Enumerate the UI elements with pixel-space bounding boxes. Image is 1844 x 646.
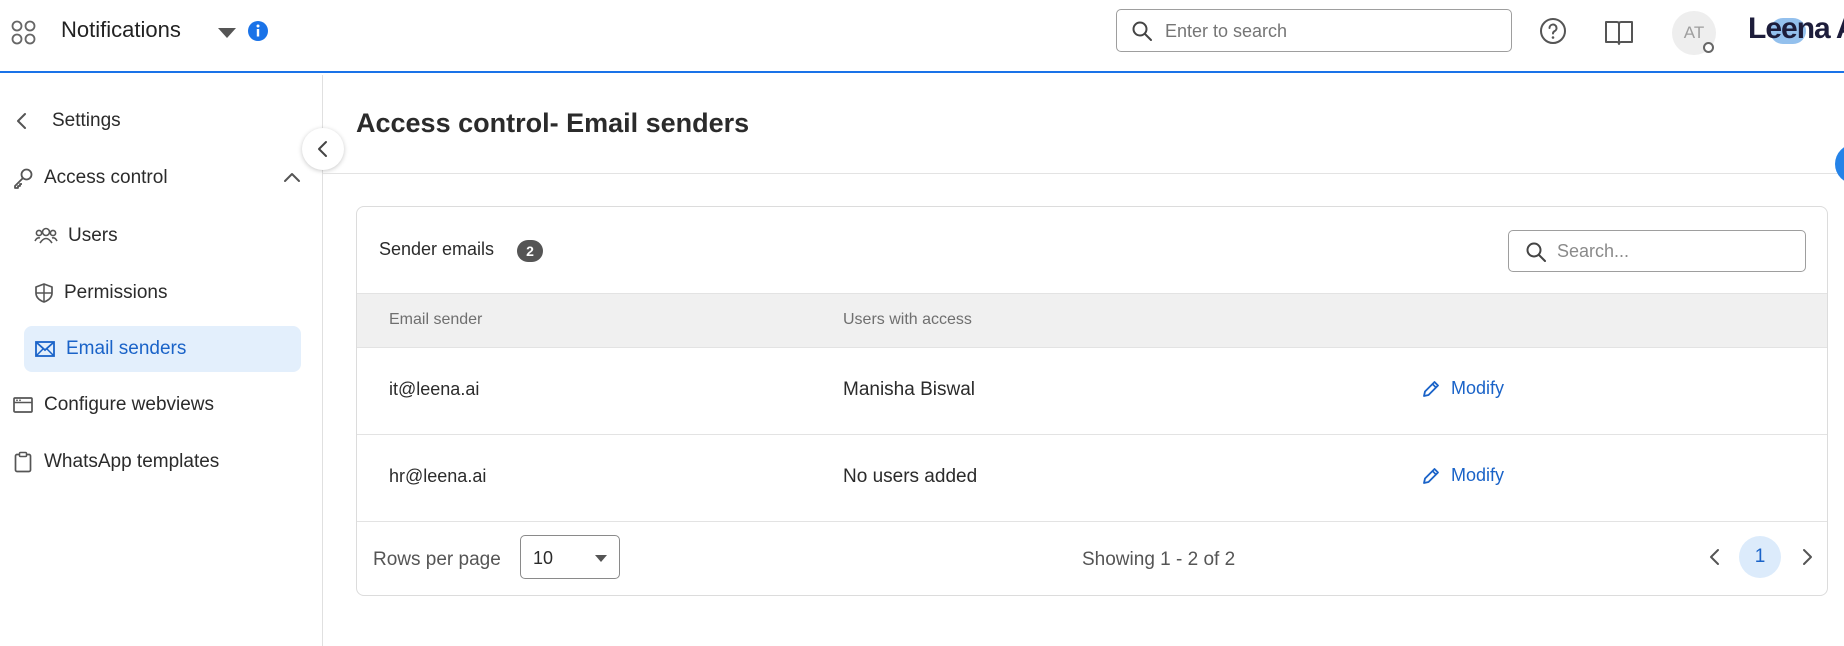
sidebar-item-whatsapp-templates[interactable]: WhatsApp templates [12, 439, 219, 485]
sidebar-item-label: Permissions [64, 282, 168, 303]
mail-icon [35, 341, 55, 357]
pencil-icon [1423, 380, 1439, 397]
chevron-up-icon[interactable] [282, 168, 302, 188]
rows-per-page-label: Rows per page [373, 549, 501, 570]
chevron-left-icon [318, 141, 327, 157]
caret-down-icon [595, 555, 607, 562]
back-label: Settings [52, 110, 121, 131]
search-icon [1526, 242, 1546, 262]
rows-per-page-value: 10 [533, 548, 554, 568]
sidebar-item-configure-webviews[interactable]: Configure webviews [12, 382, 214, 428]
table-header: Email sender Users with access [357, 293, 1827, 348]
modify-label: Modify [1451, 378, 1505, 398]
sidebar-section-access-control[interactable]: Access control [12, 155, 302, 201]
sidebar-item-label: WhatsApp templates [44, 451, 220, 472]
card-title: Sender emails [379, 239, 495, 259]
floating-action-button[interactable] [1835, 144, 1844, 184]
shield-icon [35, 283, 53, 303]
brand-logo: Leena A [1748, 12, 1844, 45]
key-icon [14, 168, 33, 189]
global-search-input[interactable] [1165, 18, 1495, 44]
table-search-box[interactable] [1508, 230, 1806, 272]
page-title: Access control- Email senders [356, 108, 750, 138]
top-bar: Notifications AT Leena A [0, 0, 1844, 73]
section-label: Access control [44, 167, 168, 188]
sidebar-item-label: Users [68, 225, 118, 246]
rows-per-page-select[interactable]: 10 [520, 535, 620, 579]
column-header-users-with-access: Users with access [843, 311, 972, 328]
status-indicator [1703, 42, 1714, 53]
count-badge: 2 [517, 240, 543, 262]
users-icon [34, 227, 58, 244]
info-icon[interactable] [247, 20, 269, 42]
sender-emails-card: Sender emails 2 Email sender Users with … [356, 206, 1828, 596]
email-sender-cell: it@leena.ai [389, 379, 480, 399]
chevron-right-icon[interactable] [1798, 544, 1816, 570]
help-icon[interactable] [1539, 17, 1567, 45]
table-footer: Rows per page 10 Showing 1 - 2 of 2 1 [357, 522, 1827, 595]
book-icon[interactable] [1603, 17, 1635, 47]
modify-label: Modify [1451, 465, 1505, 485]
column-header-email-sender: Email sender [389, 311, 483, 328]
users-with-access-cell: Manisha Biswal [843, 379, 975, 400]
email-sender-cell: hr@leena.ai [389, 466, 487, 486]
page-number-button[interactable]: 1 [1739, 536, 1781, 578]
collapse-sidebar-button[interactable] [302, 128, 344, 170]
browser-window-icon [13, 397, 33, 413]
search-icon [1132, 21, 1152, 41]
card-header: Sender emails 2 [357, 207, 1827, 293]
pencil-icon [1423, 467, 1439, 484]
modify-button[interactable]: Modify [1421, 378, 1504, 399]
table-row: hr@leena.ai No users added Modify [357, 435, 1827, 522]
chevron-left-icon[interactable] [1706, 544, 1724, 570]
table-search-input[interactable] [1557, 239, 1792, 263]
clipboard-icon [14, 451, 32, 473]
sidebar-item-email-senders[interactable]: Email senders [24, 326, 301, 372]
divider [323, 173, 1844, 174]
global-search-box[interactable] [1116, 9, 1512, 52]
sidebar-item-permissions[interactable]: Permissions [24, 270, 301, 316]
users-with-access-cell: No users added [843, 466, 978, 487]
sidebar-item-label: Configure webviews [44, 394, 215, 415]
back-to-settings[interactable]: Settings [14, 98, 121, 144]
showing-count-text: Showing 1 - 2 of 2 [1082, 549, 1236, 570]
sidebar-item-users[interactable]: Users [24, 213, 301, 259]
caret-down-icon[interactable] [215, 22, 239, 42]
table-row: it@leena.ai Manisha Biswal Modify [357, 348, 1827, 435]
apps-grid-icon[interactable] [10, 19, 38, 47]
chevron-left-icon [17, 113, 26, 129]
app-title: Notifications [61, 17, 181, 42]
modify-button[interactable]: Modify [1421, 465, 1504, 486]
sidebar-item-label: Email senders [66, 338, 187, 359]
sidebar: Settings Access control Users Permission… [0, 75, 323, 646]
